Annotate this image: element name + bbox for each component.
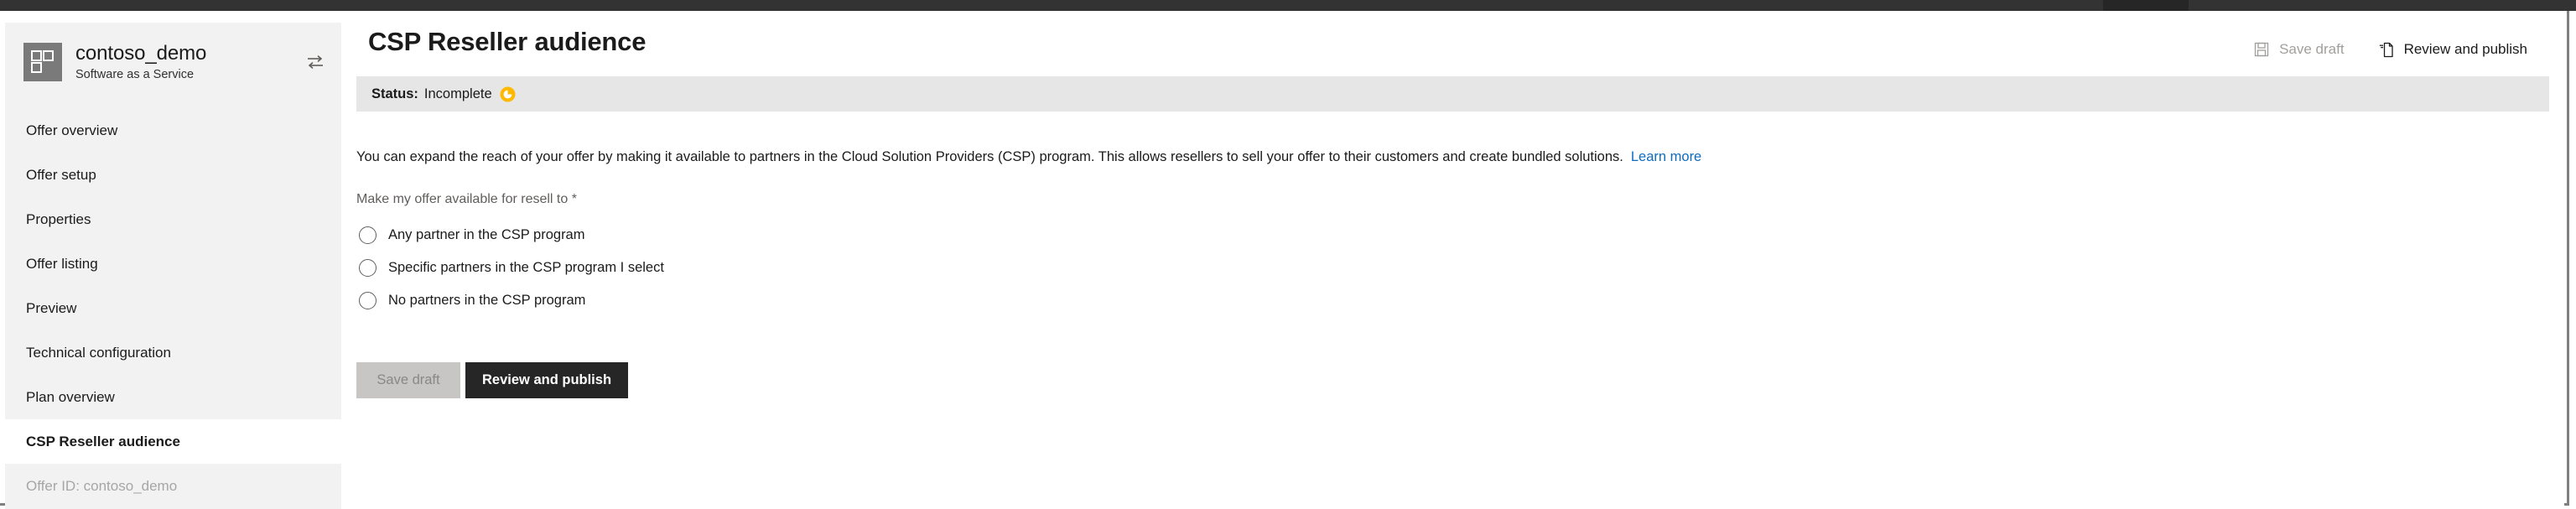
save-draft-command-label: Save draft [2279, 41, 2345, 57]
radio-any-partner[interactable]: Any partner in the CSP program [356, 219, 2549, 252]
sidebar: contoso_demo Software as a Service Offer… [5, 23, 341, 509]
radio-specific-partners[interactable]: Specific partners in the CSP program I s… [356, 252, 2549, 284]
review-and-publish-command[interactable]: Review and publish [2376, 38, 2529, 61]
intro-text: You can expand the reach of your offer b… [356, 148, 1623, 164]
sidebar-item-technical-configuration[interactable]: Technical configuration [5, 330, 341, 375]
sidebar-item-label: Technical configuration [26, 344, 171, 361]
sidebar-item-csp-reseller-audience[interactable]: CSP Reseller audience [5, 419, 341, 464]
sidebar-item-label: Offer setup [26, 166, 96, 183]
learn-more-link[interactable]: Learn more [1631, 149, 1701, 164]
radio-label: No partners in the CSP program [388, 292, 586, 308]
sidebar-item-offer-id: Offer ID: contoso_demo [5, 464, 341, 508]
form-actions: Save draft Review and publish [356, 361, 2549, 398]
resell-audience-field-label: Make my offer available for resell to * [356, 191, 577, 206]
save-draft-button[interactable]: Save draft [356, 361, 460, 398]
app-grid-icon [23, 43, 62, 81]
sidebar-item-offer-listing[interactable]: Offer listing [5, 242, 341, 286]
page-title: CSP Reseller audience [368, 26, 647, 56]
publish-page-icon [2378, 41, 2395, 58]
review-and-publish-button[interactable]: Review and publish [465, 361, 629, 398]
main-content: CSP Reseller audience Save draft Review … [341, 23, 2564, 509]
window-chrome-bar [0, 0, 2576, 11]
radio-mark-icon [359, 226, 377, 244]
sidebar-item-label: Offer ID: contoso_demo [26, 477, 178, 494]
sidebar-item-label: Preview [26, 299, 77, 316]
app-frame: contoso_demo Software as a Service Offer… [0, 11, 2569, 509]
marketplace-offer-page: contoso_demo Software as a Service Offer… [0, 0, 2576, 509]
radio-no-partners[interactable]: No partners in the CSP program [356, 284, 2549, 317]
save-draft-command[interactable]: Save draft [2251, 38, 2346, 61]
sidebar-item-label: Offer overview [26, 122, 118, 138]
radio-mark-icon [359, 258, 377, 277]
status-value: Incomplete [423, 86, 492, 101]
sidebar-item-preview[interactable]: Preview [5, 286, 341, 330]
sidebar-item-offer-setup[interactable]: Offer setup [5, 153, 341, 197]
incomplete-clock-icon [500, 86, 516, 102]
radio-label: Specific partners in the CSP program I s… [388, 259, 664, 275]
sidebar-item-label: CSP Reseller audience [26, 433, 180, 449]
sidebar-item-offer-overview[interactable]: Offer overview [5, 108, 341, 153]
intro-paragraph: You can expand the reach of your offer b… [356, 148, 2549, 167]
offer-type: Software as a Service [75, 67, 195, 81]
sidebar-item-label: Plan overview [26, 388, 115, 405]
status-label: Status: [371, 86, 418, 101]
window-chrome-tab[interactable] [2103, 0, 2189, 11]
offer-header: contoso_demo Software as a Service [5, 23, 341, 100]
offer-name: contoso_demo [75, 42, 207, 65]
review-and-publish-command-label: Review and publish [2403, 41, 2527, 57]
sidebar-item-properties[interactable]: Properties [5, 197, 341, 242]
save-disk-icon [2253, 41, 2270, 58]
swap-arrows-icon[interactable] [304, 51, 326, 73]
sidebar-nav: Offer overview Offer setup Properties Of… [5, 108, 341, 508]
command-bar: Save draft Review and publish [2251, 38, 2537, 61]
form-body: You can expand the reach of your offer b… [341, 112, 2564, 398]
main-topbar: CSP Reseller audience Save draft Review … [341, 23, 2564, 76]
radio-mark-icon [359, 291, 377, 309]
sidebar-item-plan-overview[interactable]: Plan overview [5, 375, 341, 419]
sidebar-item-label: Offer listing [26, 255, 98, 272]
offer-meta: contoso_demo Software as a Service [75, 42, 299, 81]
status-badge: Status: Incomplete [356, 76, 2549, 112]
resell-audience-radio-group: Any partner in the CSP program Specific … [356, 219, 2549, 317]
radio-label: Any partner in the CSP program [388, 226, 585, 242]
sidebar-item-label: Properties [26, 210, 91, 227]
